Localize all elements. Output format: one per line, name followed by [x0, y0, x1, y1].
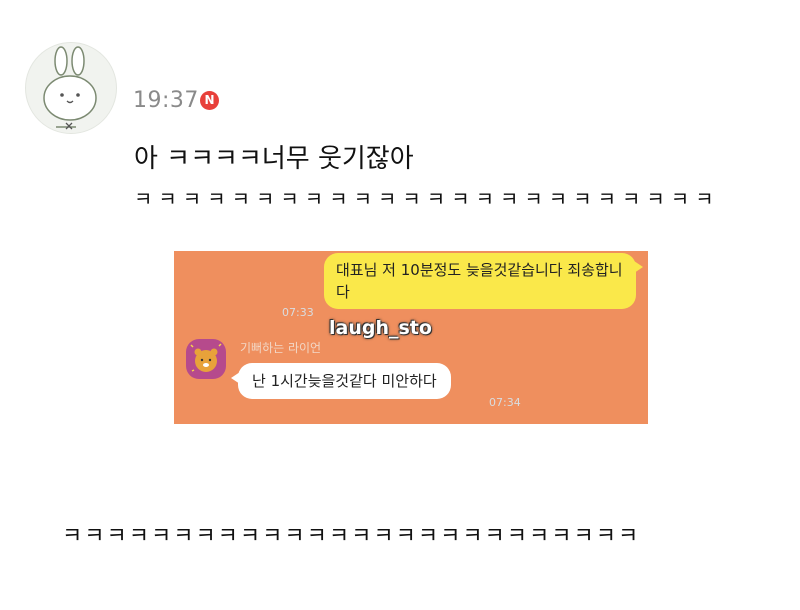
new-badge: N — [200, 91, 219, 110]
chat-screenshot: 대표님 저 10분정도 늦을것같습니다 죄송합니다 07:33 laugh_st… — [174, 251, 648, 424]
post-text-line-1: 아 ㅋㅋㅋㅋ너무 웃기잖아 — [134, 144, 414, 174]
bunny-avatar-icon — [43, 46, 97, 130]
reply-message-time: 07:34 — [489, 396, 521, 409]
ryan-avatar-icon — [190, 343, 222, 372]
watermark: laugh_sto — [329, 317, 432, 339]
profile-avatar[interactable] — [25, 42, 117, 134]
reply-message-bubble: 난 1시간늦을것같다 미안하다 — [231, 363, 451, 399]
my-message-bubble: 대표님 저 10분정도 늦을것같습니다 죄송합니다 — [324, 253, 643, 309]
sender-name: 기뻐하는 라이언 — [240, 341, 322, 355]
sender-avatar — [186, 339, 226, 379]
post-text-line-2: ㅋㅋㅋㅋㅋㅋㅋㅋㅋㅋㅋㅋㅋㅋㅋㅋㅋㅋㅋㅋㅋㅋㅋㅋ — [134, 187, 720, 211]
my-message-time: 07:33 — [282, 306, 314, 319]
post-time: 19:37 — [133, 88, 199, 113]
footer-text: ㅋㅋㅋㅋㅋㅋㅋㅋㅋㅋㅋㅋㅋㅋㅋㅋㅋㅋㅋㅋㅋㅋㅋㅋㅋㅋ — [62, 524, 641, 549]
